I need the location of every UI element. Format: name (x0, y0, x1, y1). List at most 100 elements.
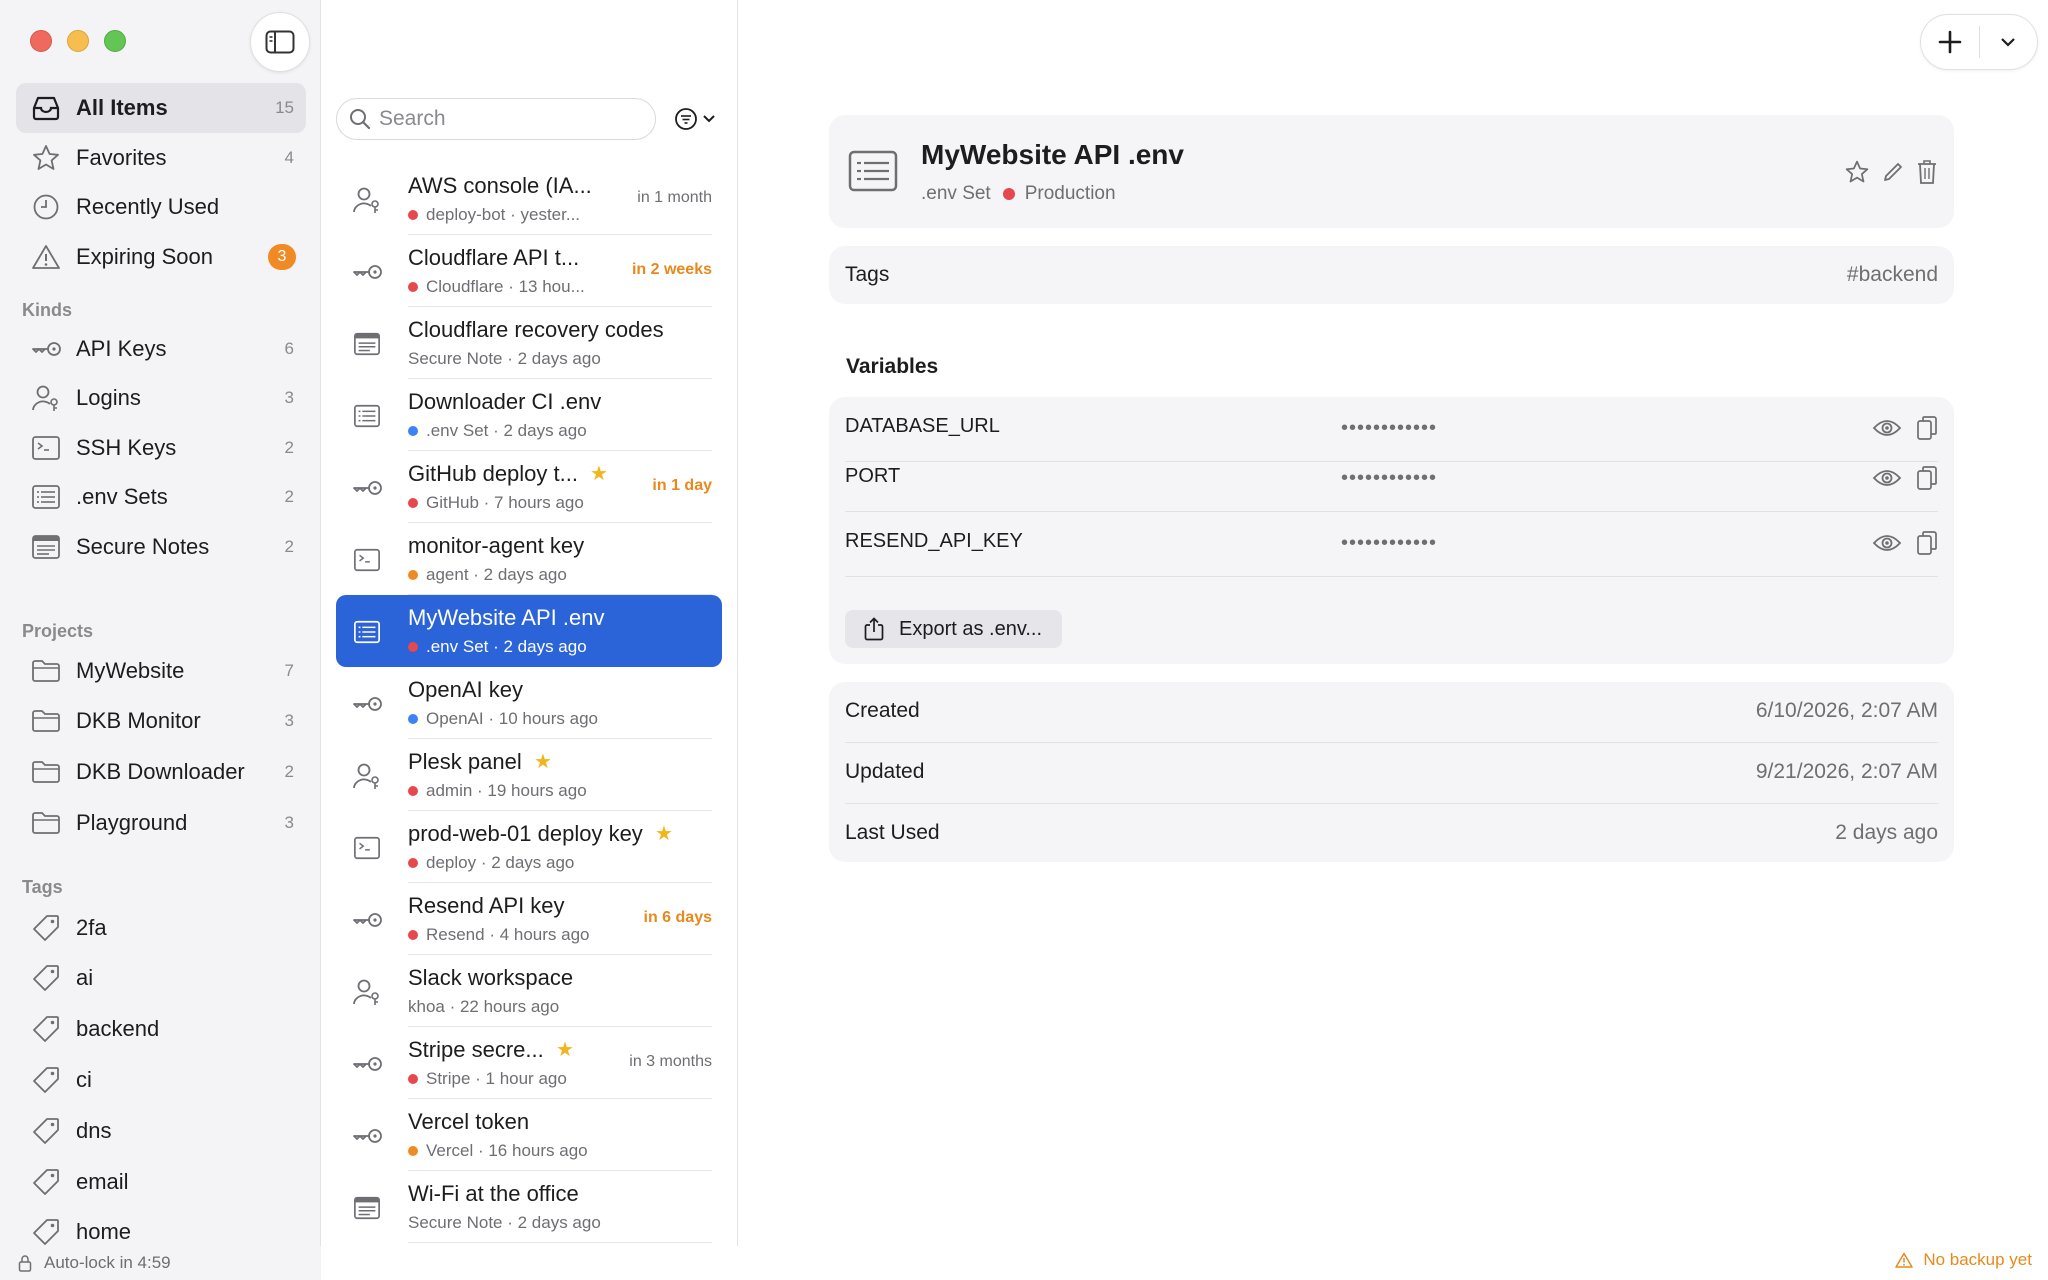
sidebar-item-tag-email[interactable]: email (16, 1157, 306, 1207)
list-item-meta: Resend · 4 hours ago (426, 925, 590, 944)
sidebar-item-tag-2fa[interactable]: 2fa (16, 903, 306, 953)
sidebar-item-recently-used[interactable]: Recently Used (16, 182, 306, 232)
list-item[interactable]: Resend API key Resend · 4 hours ago in 6 d… (336, 883, 722, 955)
sidebar-item-all-items[interactable]: All Items 15 (16, 83, 306, 133)
list-item[interactable]: Wi-Fi at the office Secure Note · 2 days … (336, 1171, 722, 1243)
sidebar-item-label: .env Sets (76, 484, 168, 509)
sidebar-item-project-playground[interactable]: Playground 3 (16, 798, 306, 848)
sidebar-item-expiring-soon[interactable]: Expiring Soon 3 (16, 232, 306, 282)
list-item[interactable]: Cloudflare API t... Cloudflare · 13 hou..… (336, 235, 722, 307)
sidebar-toggle-button[interactable] (250, 12, 310, 72)
list-item[interactable]: MyWebsite API .env .env Set · 2 days ago (336, 595, 722, 667)
sidebar-item-label: home (76, 1219, 132, 1244)
sidebar-item-project-mywebsite[interactable]: MyWebsite 7 (16, 646, 306, 696)
list-item[interactable]: Cloudflare recovery codes Secure Note · 2… (336, 307, 722, 379)
copy-button[interactable] (1916, 465, 1938, 496)
list-item-meta: Secure Note · 2 days ago (408, 1213, 601, 1232)
list-item[interactable]: prod-web-01 deploy key ★ deploy · 2 days a… (336, 811, 722, 883)
key-icon (350, 903, 384, 937)
expiry-label: in 2 weeks (631, 261, 712, 278)
filter-menu-button[interactable] (672, 104, 718, 134)
search-field[interactable] (336, 98, 656, 140)
edit-button[interactable] (1882, 161, 1904, 188)
sidebar-item-tag-dns[interactable]: dns (16, 1106, 306, 1156)
sidebar-item-label: API Keys (76, 336, 167, 361)
sidebar-item-project-dkb-downloader[interactable]: DKB Downloader 2 (16, 747, 306, 797)
sidebar-item-label: Expiring Soon (76, 244, 213, 269)
star-icon (1845, 160, 1869, 183)
list-item[interactable]: Stripe secre... ★ Stripe · 1 hour ago in 3 … (336, 1027, 722, 1099)
metadata-value: 9/21/2026, 2:07 AM (1755, 760, 1938, 783)
sidebar-item-tag-backend[interactable]: backend (16, 1004, 306, 1054)
list-item[interactable]: Downloader CI .env .env Set · 2 days ago (336, 379, 722, 451)
project-color-dot (408, 1074, 418, 1084)
sidebar-item-label: dns (76, 1118, 112, 1143)
key-icon (350, 255, 384, 289)
list-item-subtitle: .env Set · 2 days ago (408, 421, 587, 441)
sidebar-item-env-sets[interactable]: .env Sets 2 (16, 472, 306, 522)
sidebar-item-tag-home[interactable]: home (16, 1207, 306, 1246)
list-item[interactable]: monitor-agent key agent · 2 days ago (336, 523, 722, 595)
list-item[interactable]: Slack workspace khoa · 22 hours ago (336, 955, 722, 1027)
project-color-dot (408, 642, 418, 652)
sidebar-item-favorites[interactable]: Favorites 4 (16, 133, 306, 183)
list-item-subtitle: Secure Note · 2 days ago (408, 1213, 601, 1233)
favorite-button[interactable] (1844, 159, 1870, 190)
copy-button[interactable] (1916, 530, 1938, 561)
list-item-title: AWS console (IA... (408, 173, 592, 198)
list-item[interactable]: GitHub deploy t... ★ GitHub · 7 hours ago i… (336, 451, 722, 523)
plus-icon (1938, 30, 1962, 54)
export-env-button[interactable]: Export as .env... (845, 610, 1063, 648)
list-item[interactable]: OpenAI key OpenAI · 10 hours ago (336, 667, 722, 739)
note-icon (350, 1191, 384, 1225)
add-item-control (1920, 14, 2038, 70)
sidebar-item-tag-ai[interactable]: ai (16, 953, 306, 1003)
sidebar-item-label: DKB Monitor (76, 708, 201, 733)
expiry-label: in 6 days (643, 909, 712, 926)
sidebar-item-secure-notes[interactable]: Secure Notes 2 (16, 522, 306, 572)
reveal-button[interactable] (1872, 418, 1902, 443)
delete-button[interactable] (1916, 159, 1938, 190)
sidebar-item-project-dkb-monitor[interactable]: DKB Monitor 3 (16, 696, 306, 746)
list-item-meta: deploy · 2 days ago (426, 853, 575, 872)
sidebar-item-api-keys[interactable]: API Keys 6 (16, 324, 306, 374)
list-item[interactable]: Vercel token Vercel · 16 hours ago (336, 1099, 722, 1171)
tags-card: Tags #backend (829, 246, 1954, 304)
metadata-value: 2 days ago (1835, 821, 1938, 844)
reveal-button[interactable] (1872, 533, 1902, 558)
sidebar-icon (265, 30, 295, 54)
window-minimize-button[interactable] (67, 30, 89, 52)
folder-icon (30, 756, 62, 788)
trash-icon (1918, 160, 1936, 184)
sidebar-item-logins[interactable]: Logins 3 (16, 373, 306, 423)
folder-icon (30, 807, 62, 839)
copy-button[interactable] (1916, 415, 1938, 446)
sidebar-item-label: MyWebsite (76, 658, 185, 683)
sidebar-item-tag-ci[interactable]: ci (16, 1055, 306, 1105)
reveal-button[interactable] (1872, 468, 1902, 493)
project-color-dot (408, 210, 418, 220)
list-item-subtitle: admin · 19 hours ago (408, 781, 587, 801)
detail-pane: MyWebsite API .env .env Set Production T… (739, 0, 2048, 1246)
project-color-dot (408, 858, 418, 868)
variable-value-masked: •••••••••••• (1341, 417, 1438, 439)
sidebar-item-ssh-keys[interactable]: SSH Keys 2 (16, 423, 306, 473)
projects-heading: Projects (22, 621, 94, 641)
list-item[interactable]: Plesk panel ★ admin · 19 hours ago (336, 739, 722, 811)
window-zoom-button[interactable] (104, 30, 126, 52)
project-color-dot (1002, 188, 1015, 200)
sidebar-item-label: SSH Keys (76, 435, 177, 460)
tags-value[interactable]: #backend (1847, 263, 1938, 287)
add-item-button[interactable] (1921, 15, 1979, 69)
list-item[interactable]: AWS console (IA... deploy-bot · yester...… (336, 163, 722, 235)
sidebar-item-count: 7 (284, 661, 294, 680)
add-item-menu-button[interactable] (1980, 15, 2038, 69)
backup-warning[interactable]: No backup yet (1895, 1250, 2032, 1270)
sidebar-item-label: 2fa (76, 915, 107, 940)
window-close-button[interactable] (30, 30, 52, 52)
list-item-meta: admin · 19 hours ago (426, 781, 587, 800)
list-item-meta: Secure Note · 2 days ago (408, 349, 601, 368)
search-input[interactable] (379, 107, 639, 131)
variable-name: PORT (845, 465, 901, 487)
search-icon (350, 109, 371, 130)
